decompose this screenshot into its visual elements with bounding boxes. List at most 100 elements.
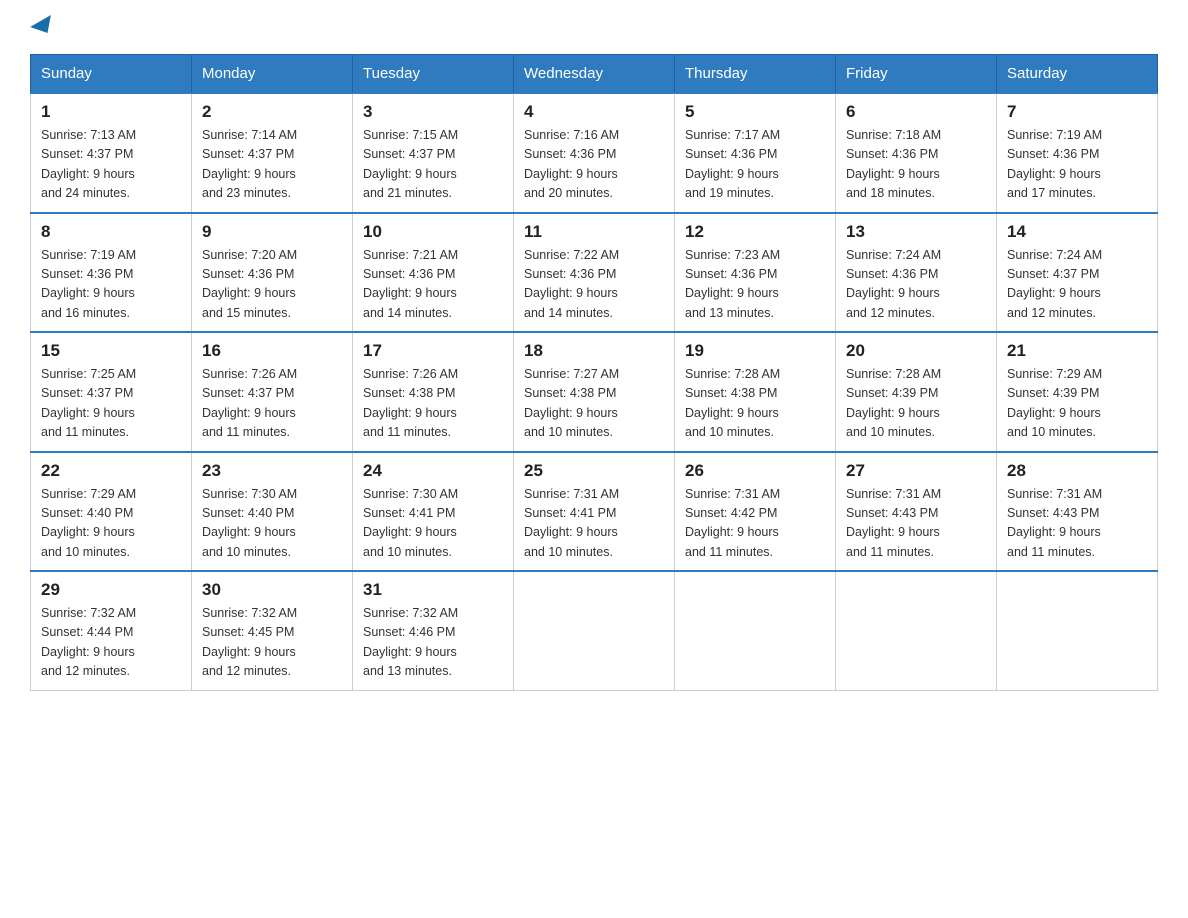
calendar-cell: 24Sunrise: 7:30 AMSunset: 4:41 PMDayligh…: [353, 452, 514, 572]
day-number: 7: [1007, 102, 1147, 122]
day-info: Sunrise: 7:29 AMSunset: 4:39 PMDaylight:…: [1007, 365, 1147, 443]
calendar-cell: 27 Sunrise: 7:31 AMSunset: 4:43 PMDayligh…: [836, 452, 997, 572]
day-info: Sunrise: 7:32 AMSunset: 4:46 PMDaylight:…: [363, 604, 503, 682]
calendar-cell: 21 Sunrise: 7:29 AMSunset: 4:39 PMDayligh…: [997, 332, 1158, 452]
day-number: 9: [202, 222, 342, 242]
calendar-cell: 6Sunrise: 7:18 AMSunset: 4:36 PMDaylight…: [836, 93, 997, 213]
calendar-cell: 17 Sunrise: 7:26 AMSunset: 4:38 PMDayligh…: [353, 332, 514, 452]
logo-arrow-icon: [30, 15, 58, 39]
day-number: 31: [363, 580, 503, 600]
day-info: Sunrise: 7:31 AMSunset: 4:43 PMDaylight:…: [1007, 485, 1147, 563]
day-number: 4: [524, 102, 664, 122]
day-number: 17: [363, 341, 503, 361]
calendar-cell: [675, 571, 836, 690]
week-row-3: 15 Sunrise: 7:25 AMSunset: 4:37 PMDayligh…: [31, 332, 1158, 452]
calendar-cell: 18Sunrise: 7:27 AMSunset: 4:38 PMDayligh…: [514, 332, 675, 452]
calendar-cell: [997, 571, 1158, 690]
day-info: Sunrise: 7:19 AMSunset: 4:36 PMDaylight:…: [1007, 126, 1147, 204]
day-info: Sunrise: 7:16 AMSunset: 4:36 PMDaylight:…: [524, 126, 664, 204]
calendar-header-row: SundayMondayTuesdayWednesdayThursdayFrid…: [31, 55, 1158, 94]
day-number: 29: [41, 580, 181, 600]
calendar-cell: [836, 571, 997, 690]
col-header-monday: Monday: [192, 55, 353, 94]
day-number: 27: [846, 461, 986, 481]
calendar-cell: 19 Sunrise: 7:28 AMSunset: 4:38 PMDayligh…: [675, 332, 836, 452]
day-number: 24: [363, 461, 503, 481]
day-info: Sunrise: 7:31 AMSunset: 4:41 PMDaylight:…: [524, 485, 664, 563]
calendar-cell: 4 Sunrise: 7:16 AMSunset: 4:36 PMDaylight…: [514, 93, 675, 213]
day-info: Sunrise: 7:29 AMSunset: 4:40 PMDaylight:…: [41, 485, 181, 563]
day-number: 23: [202, 461, 342, 481]
day-number: 22: [41, 461, 181, 481]
calendar-cell: 13 Sunrise: 7:24 AMSunset: 4:36 PMDayligh…: [836, 213, 997, 333]
col-header-friday: Friday: [836, 55, 997, 94]
day-info: Sunrise: 7:14 AMSunset: 4:37 PMDaylight:…: [202, 126, 342, 204]
day-info: Sunrise: 7:25 AMSunset: 4:37 PMDaylight:…: [41, 365, 181, 443]
day-info: Sunrise: 7:19 AMSunset: 4:36 PMDaylight:…: [41, 246, 181, 324]
day-info: Sunrise: 7:24 AMSunset: 4:37 PMDaylight:…: [1007, 246, 1147, 324]
day-info: Sunrise: 7:24 AMSunset: 4:36 PMDaylight:…: [846, 246, 986, 324]
calendar-cell: 28 Sunrise: 7:31 AMSunset: 4:43 PMDayligh…: [997, 452, 1158, 572]
day-number: 28: [1007, 461, 1147, 481]
day-number: 21: [1007, 341, 1147, 361]
calendar-cell: 12 Sunrise: 7:23 AMSunset: 4:36 PMDayligh…: [675, 213, 836, 333]
day-number: 11: [524, 222, 664, 242]
calendar-cell: 16 Sunrise: 7:26 AMSunset: 4:37 PMDayligh…: [192, 332, 353, 452]
day-info: Sunrise: 7:32 AMSunset: 4:44 PMDaylight:…: [41, 604, 181, 682]
day-info: Sunrise: 7:23 AMSunset: 4:36 PMDaylight:…: [685, 246, 825, 324]
day-number: 8: [41, 222, 181, 242]
day-number: 18: [524, 341, 664, 361]
day-info: Sunrise: 7:26 AMSunset: 4:38 PMDaylight:…: [363, 365, 503, 443]
day-number: 5: [685, 102, 825, 122]
day-number: 12: [685, 222, 825, 242]
calendar-cell: 23 Sunrise: 7:30 AMSunset: 4:40 PMDayligh…: [192, 452, 353, 572]
day-number: 16: [202, 341, 342, 361]
calendar-cell: 11 Sunrise: 7:22 AMSunset: 4:36 PMDayligh…: [514, 213, 675, 333]
day-number: 19: [685, 341, 825, 361]
calendar-cell: 9 Sunrise: 7:20 AMSunset: 4:36 PMDaylight…: [192, 213, 353, 333]
calendar-cell: 3 Sunrise: 7:15 AMSunset: 4:37 PMDaylight…: [353, 93, 514, 213]
day-info: Sunrise: 7:15 AMSunset: 4:37 PMDaylight:…: [363, 126, 503, 204]
day-number: 25: [524, 461, 664, 481]
calendar-cell: 22 Sunrise: 7:29 AMSunset: 4:40 PMDayligh…: [31, 452, 192, 572]
day-number: 15: [41, 341, 181, 361]
day-info: Sunrise: 7:31 AMSunset: 4:43 PMDaylight:…: [846, 485, 986, 563]
day-info: Sunrise: 7:32 AMSunset: 4:45 PMDaylight:…: [202, 604, 342, 682]
week-row-2: 8 Sunrise: 7:19 AMSunset: 4:36 PMDaylight…: [31, 213, 1158, 333]
day-number: 3: [363, 102, 503, 122]
day-info: Sunrise: 7:30 AMSunset: 4:40 PMDaylight:…: [202, 485, 342, 563]
col-header-thursday: Thursday: [675, 55, 836, 94]
day-info: Sunrise: 7:28 AMSunset: 4:38 PMDaylight:…: [685, 365, 825, 443]
calendar-cell: 15 Sunrise: 7:25 AMSunset: 4:37 PMDayligh…: [31, 332, 192, 452]
calendar-table: SundayMondayTuesdayWednesdayThursdayFrid…: [30, 54, 1158, 691]
calendar-cell: [514, 571, 675, 690]
day-number: 20: [846, 341, 986, 361]
day-number: 1: [41, 102, 181, 122]
calendar-cell: 14Sunrise: 7:24 AMSunset: 4:37 PMDayligh…: [997, 213, 1158, 333]
calendar-cell: 25 Sunrise: 7:31 AMSunset: 4:41 PMDayligh…: [514, 452, 675, 572]
week-row-1: 1Sunrise: 7:13 AMSunset: 4:37 PMDaylight…: [31, 93, 1158, 213]
logo: [30, 20, 58, 34]
col-header-wednesday: Wednesday: [514, 55, 675, 94]
day-number: 13: [846, 222, 986, 242]
calendar-cell: 1Sunrise: 7:13 AMSunset: 4:37 PMDaylight…: [31, 93, 192, 213]
day-info: Sunrise: 7:31 AMSunset: 4:42 PMDaylight:…: [685, 485, 825, 563]
col-header-sunday: Sunday: [31, 55, 192, 94]
day-info: Sunrise: 7:18 AMSunset: 4:36 PMDaylight:…: [846, 126, 986, 204]
week-row-5: 29 Sunrise: 7:32 AMSunset: 4:44 PMDayligh…: [31, 571, 1158, 690]
day-info: Sunrise: 7:17 AMSunset: 4:36 PMDaylight:…: [685, 126, 825, 204]
calendar-cell: 7 Sunrise: 7:19 AMSunset: 4:36 PMDaylight…: [997, 93, 1158, 213]
day-info: Sunrise: 7:22 AMSunset: 4:36 PMDaylight:…: [524, 246, 664, 324]
day-info: Sunrise: 7:20 AMSunset: 4:36 PMDaylight:…: [202, 246, 342, 324]
calendar-cell: 30Sunrise: 7:32 AMSunset: 4:45 PMDayligh…: [192, 571, 353, 690]
col-header-tuesday: Tuesday: [353, 55, 514, 94]
page-header: [30, 20, 1158, 34]
calendar-cell: 2 Sunrise: 7:14 AMSunset: 4:37 PMDaylight…: [192, 93, 353, 213]
day-info: Sunrise: 7:21 AMSunset: 4:36 PMDaylight:…: [363, 246, 503, 324]
day-number: 10: [363, 222, 503, 242]
calendar-cell: 8 Sunrise: 7:19 AMSunset: 4:36 PMDaylight…: [31, 213, 192, 333]
week-row-4: 22 Sunrise: 7:29 AMSunset: 4:40 PMDayligh…: [31, 452, 1158, 572]
day-number: 2: [202, 102, 342, 122]
day-info: Sunrise: 7:26 AMSunset: 4:37 PMDaylight:…: [202, 365, 342, 443]
calendar-cell: 31 Sunrise: 7:32 AMSunset: 4:46 PMDayligh…: [353, 571, 514, 690]
